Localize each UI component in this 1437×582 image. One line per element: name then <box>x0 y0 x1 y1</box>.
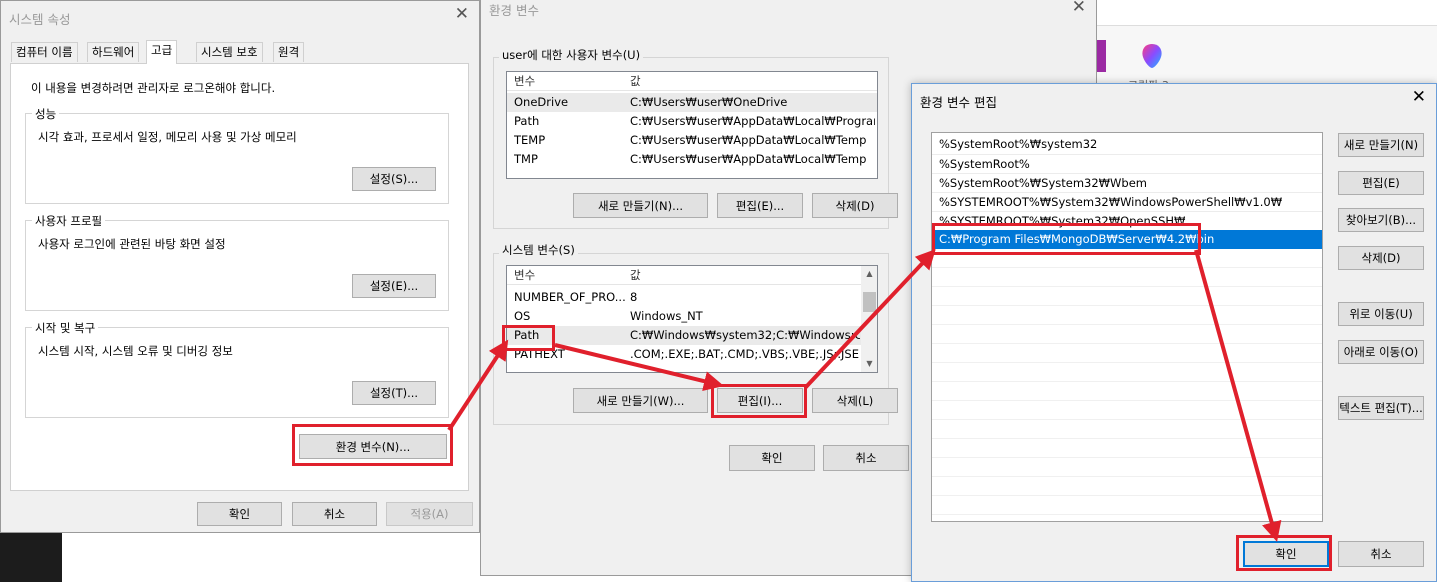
table-row[interactable]: NUMBER_OF_PRO... 8 <box>507 288 862 307</box>
table-row[interactable]: OS Windows_NT <box>507 307 862 326</box>
column-header-value[interactable]: 값 <box>630 266 860 285</box>
apply-button[interactable]: 적용(A) <box>386 502 473 526</box>
user-vars-list[interactable]: 변수 값 OneDrive C:₩Users₩user₩OneDrive Pat… <box>506 71 878 179</box>
variable-value: C:₩Users₩user₩AppData₩Local₩Temp <box>630 133 867 147</box>
column-header-value[interactable]: 값 <box>630 72 870 91</box>
app-tile-purple <box>1096 40 1106 72</box>
variable-value: C:₩Users₩user₩AppData₩Local₩Temp <box>630 152 867 166</box>
variable-value: C:₩Users₩user₩AppData₩Local₩Programs... <box>630 114 875 128</box>
variable-value: .COM;.EXE;.BAT;.CMD;.VBS;.VBE;.JS;.JSE;.… <box>630 347 860 361</box>
user-delete-button[interactable]: 삭제(D) <box>812 193 898 218</box>
tab-advanced[interactable]: 고급 <box>146 40 178 64</box>
user-new-button[interactable]: 새로 만들기(N)... <box>573 193 708 218</box>
edit-environment-variable-dialog: 환경 변수 편집 ✕ %SystemRoot%₩system32 %System… <box>911 83 1437 582</box>
tab-remote[interactable]: 원격 <box>273 42 305 62</box>
variable-name: NUMBER_OF_PRO... <box>514 290 626 304</box>
startup-recovery-desc: 시스템 시작, 시스템 오류 및 디버깅 정보 <box>38 344 233 358</box>
list-header: 변수 값 <box>507 72 877 91</box>
list-item-selected[interactable]: C:₩Program Files₩MongoDB₩Server₩4.2₩bin <box>932 230 1322 249</box>
table-row[interactable]: PATHEXT .COM;.EXE;.BAT;.CMD;.VBS;.VBE;.J… <box>507 345 862 364</box>
user-edit-button[interactable]: 편집(E)... <box>717 193 803 218</box>
table-row[interactable]: OneDrive C:₩Users₩user₩OneDrive <box>507 93 877 112</box>
close-icon[interactable]: ✕ <box>1412 87 1426 107</box>
startup-recovery-label: 시작 및 복구 <box>32 320 99 336</box>
variable-name: PATHEXT <box>514 347 565 361</box>
column-header-variable[interactable]: 변수 <box>514 266 624 285</box>
variable-value: C:₩Windows₩system32;C:₩Windows;C:₩... <box>630 328 860 342</box>
list-header: 변수 값 <box>507 266 862 285</box>
desktop-dark-strip <box>0 532 62 582</box>
variable-value: 8 <box>630 290 638 304</box>
user-profile-desc: 사용자 로그인에 관련된 바탕 화면 설정 <box>38 237 226 251</box>
cancel-button[interactable]: 취소 <box>823 445 909 471</box>
move-down-button[interactable]: 아래로 이동(O) <box>1338 340 1424 364</box>
list-item[interactable]: %SystemRoot%₩System32₩Wbem <box>932 173 1322 192</box>
new-entry-button[interactable]: 새로 만들기(N) <box>1338 133 1424 157</box>
ok-button[interactable]: 확인 <box>197 502 282 526</box>
tab-computer-name[interactable]: 컴퓨터 이름 <box>11 42 78 62</box>
variable-value: C:₩Users₩user₩OneDrive <box>630 95 788 109</box>
cancel-button[interactable]: 취소 <box>292 502 377 526</box>
admin-note: 이 내용을 변경하려면 관리자로 로그온해야 합니다. <box>31 81 276 95</box>
variable-name: TEMP <box>514 133 546 147</box>
close-icon[interactable]: ✕ <box>455 4 469 24</box>
table-row[interactable]: TMP C:₩Users₩user₩AppData₩Local₩Temp <box>507 150 877 169</box>
system-edit-button[interactable]: 편집(I)... <box>717 388 803 413</box>
edit-text-button[interactable]: 텍스트 편집(T)... <box>1338 396 1424 420</box>
scroll-down-icon[interactable]: ▼ <box>861 356 877 372</box>
variable-value: Windows_NT <box>630 309 703 323</box>
close-icon[interactable]: ✕ <box>1072 0 1086 17</box>
paint3d-icon[interactable] <box>1139 42 1165 70</box>
system-vars-label: 시스템 변수(S) <box>499 242 578 258</box>
system-new-button[interactable]: 새로 만들기(W)... <box>573 388 708 413</box>
list-item[interactable]: %SYSTEMROOT%₩System32₩WindowsPowerShell₩… <box>932 192 1322 211</box>
list-empty-rows <box>932 249 1322 521</box>
edit-entry-button[interactable]: 편집(E) <box>1338 171 1424 195</box>
cancel-button[interactable]: 취소 <box>1338 541 1424 567</box>
ok-button[interactable]: 확인 <box>729 445 815 471</box>
dialog-title: 환경 변수 편집 <box>920 95 997 110</box>
performance-desc: 시각 효과, 프로세서 일정, 메모리 사용 및 가상 메모리 <box>38 130 297 144</box>
move-up-button[interactable]: 위로 이동(U) <box>1338 302 1424 326</box>
browse-button[interactable]: 찾아보기(B)... <box>1338 208 1424 232</box>
dialog-title: 환경 변수 <box>489 3 539 18</box>
table-row[interactable]: Path C:₩Windows₩system32;C:₩Windows;C:₩.… <box>507 326 862 345</box>
environment-variables-button[interactable]: 환경 변수(N)... <box>299 434 447 459</box>
system-vars-scrollbar[interactable]: ▲ ▼ <box>861 266 877 372</box>
variable-name: Path <box>514 328 540 342</box>
system-delete-button[interactable]: 삭제(L) <box>812 388 898 413</box>
scroll-thumb[interactable] <box>863 292 876 312</box>
list-item[interactable]: %SYSTEMROOT%₩System32₩OpenSSH₩ <box>932 211 1322 230</box>
ok-button[interactable]: 확인 <box>1243 541 1329 567</box>
delete-entry-button[interactable]: 삭제(D) <box>1338 246 1424 270</box>
system-vars-list[interactable]: 변수 값 NUMBER_OF_PRO... 8 OS Windows_NT Pa… <box>506 265 878 373</box>
tab-system-protection[interactable]: 시스템 보호 <box>196 42 263 62</box>
table-row[interactable]: TEMP C:₩Users₩user₩AppData₩Local₩Temp <box>507 131 877 150</box>
dialog-title: 시스템 속성 <box>9 12 71 27</box>
startup-recovery-settings-button[interactable]: 설정(T)... <box>352 381 436 405</box>
user-profile-label: 사용자 프로필 <box>32 213 106 229</box>
tab-hardware[interactable]: 하드웨어 <box>87 42 140 62</box>
path-entries-list[interactable]: %SystemRoot%₩system32 %SystemRoot% %Syst… <box>931 132 1323 522</box>
variable-name: Path <box>514 114 540 128</box>
user-vars-label: user에 대한 사용자 변수(U) <box>499 47 644 63</box>
performance-settings-button[interactable]: 설정(S)... <box>352 167 436 191</box>
system-properties-dialog: 시스템 속성 ✕ 컴퓨터 이름 하드웨어 고급 시스템 보호 원격 이 내용을 … <box>0 0 480 533</box>
user-profile-settings-button[interactable]: 설정(E)... <box>352 274 436 298</box>
list-item[interactable]: %SystemRoot%₩system32 <box>932 135 1322 154</box>
list-item[interactable]: %SystemRoot% <box>932 154 1322 173</box>
variable-name: OneDrive <box>514 95 569 109</box>
table-row[interactable]: Path C:₩Users₩user₩AppData₩Local₩Program… <box>507 112 877 131</box>
scroll-up-icon[interactable]: ▲ <box>861 266 877 282</box>
variable-name: OS <box>514 309 531 323</box>
variable-name: TMP <box>514 152 538 166</box>
column-header-variable[interactable]: 변수 <box>514 72 624 91</box>
performance-label: 성능 <box>32 106 60 122</box>
